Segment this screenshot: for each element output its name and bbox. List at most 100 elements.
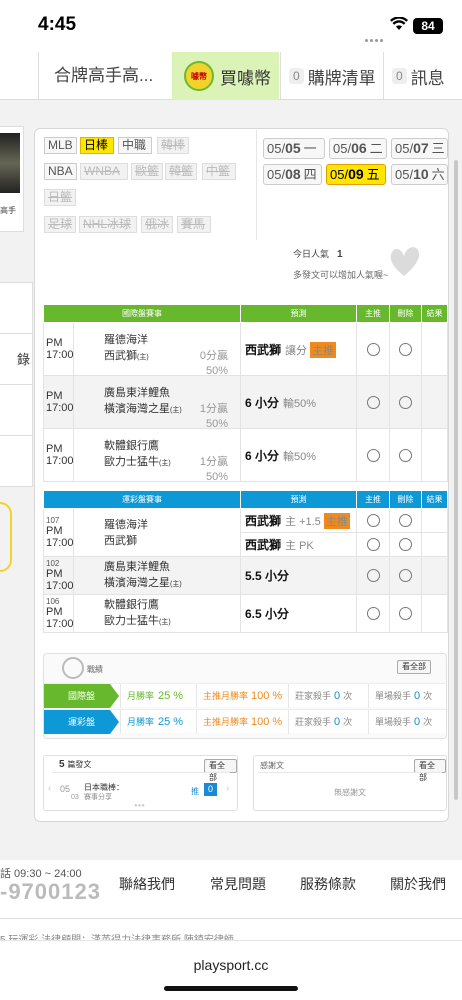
table-row: PM 17:00 廣島東洋鯉魚 橫濱海灣之星(主) 1分贏 50% 6 小分 輸50% — [43, 375, 448, 430]
main-rate: 主推月勝率 100 % — [196, 710, 288, 734]
next-arrow-icon[interactable]: › — [226, 783, 229, 794]
posts-see-all-button[interactable]: 看全部 — [204, 759, 237, 782]
league-6[interactable]: 歐籃 — [131, 163, 164, 180]
home-mark: (主) — [159, 618, 171, 626]
home-indicator[interactable] — [164, 986, 298, 991]
profile-photo — [0, 133, 20, 193]
side-menu-item[interactable] — [0, 385, 32, 436]
main-pick-radio[interactable] — [366, 395, 380, 409]
delete-radio[interactable] — [399, 395, 412, 409]
delete-radio[interactable] — [399, 607, 412, 620]
thanks-label: 感謝文 — [260, 761, 284, 770]
league-0[interactable]: MLB — [44, 137, 77, 154]
prediction-note: 輸50% — [283, 450, 317, 463]
home-mark: (主) — [137, 354, 149, 361]
home-mark: (主) — [159, 460, 171, 467]
league-4[interactable]: NBA — [44, 163, 77, 180]
single-killer: 單場殺手 0 次 — [368, 710, 446, 734]
league-8[interactable]: 中籃 — [202, 163, 236, 180]
prediction: 西武獅主 PK — [240, 532, 357, 557]
nav-title[interactable]: 合牌高手高... — [40, 52, 172, 100]
game-teams: 羅德海洋 西武獅 — [73, 508, 241, 557]
date-1[interactable]: 05/06 二 — [329, 138, 387, 159]
header-games: 運彩盤賽事 — [43, 490, 241, 509]
delete-radio[interactable] — [399, 448, 412, 462]
game-num: 107 — [46, 516, 60, 525]
odds-rate: 50% — [205, 471, 228, 483]
main-pick-cell — [356, 556, 390, 595]
cart-tab[interactable]: 0 購牌清單 — [280, 52, 382, 100]
push-label: 推 — [191, 787, 199, 796]
delete-radio[interactable] — [399, 569, 412, 582]
footer-link-about[interactable]: 關於我們 — [390, 874, 446, 894]
game-num: 102 — [46, 559, 60, 568]
thanks-see-all-button[interactable]: 看全部 — [414, 759, 446, 782]
bank-killer: 莊家殺手 0 次 — [288, 684, 368, 708]
thanks-empty: 無感謝文 — [334, 788, 366, 797]
odds-line: 1分贏 — [199, 456, 228, 468]
table-row: PM 17:00 羅德海洋 西武獅(主) 0分贏 50% 西武獅 讓分 主推 — [43, 322, 448, 377]
home-mark: (主) — [170, 407, 182, 414]
home-mark: (主) — [170, 580, 182, 588]
footer-link-faq[interactable]: 常見問題 — [210, 874, 266, 894]
single-killer-value: 0 — [414, 716, 421, 728]
league-12[interactable]: 俄冰 — [141, 216, 174, 233]
date-day: 05 — [285, 140, 301, 156]
date-5[interactable]: 05/10 六 — [391, 164, 448, 185]
date-month: 05/ — [267, 141, 286, 156]
message-count: 0 — [392, 68, 407, 84]
date-3[interactable]: 05/08 四 — [263, 164, 322, 185]
record-row: 運彩盤 月勝率 25 % 主推月勝率 100 % 莊家殺手 0 次單場殺手 0 次 — [44, 709, 446, 734]
league-10[interactable]: 足球 — [44, 216, 77, 233]
league-11[interactable]: NHL冰球 — [79, 216, 137, 233]
date-4[interactable]: 05/09 五 — [326, 164, 386, 185]
main-pick-radio[interactable] — [366, 514, 380, 527]
footer-link-terms[interactable]: 服務條款 — [300, 874, 356, 894]
delete-radio[interactable] — [399, 538, 412, 551]
side-menu-item[interactable] — [0, 436, 32, 487]
international-picks-table: 國際盤賽事 預測 主推 刪除 結果 PM 17:00 羅德海洋 西武獅(主) 0分贏 5… — [43, 304, 448, 483]
footer-divider — [0, 918, 462, 919]
league-5[interactable]: WNBA — [80, 163, 128, 180]
main-pick-radio[interactable] — [366, 342, 380, 356]
game-teams: 羅德海洋 西武獅(主) 0分贏 50% — [73, 322, 241, 377]
footer-link-contact[interactable]: 聯絡我們 — [119, 874, 175, 894]
record-see-all-button[interactable]: 看全部 — [397, 660, 431, 674]
browser-url-bar[interactable]: playsport.cc — [0, 940, 462, 1000]
monthly-rate-label: 月勝率 — [127, 717, 155, 727]
side-menu-item[interactable] — [0, 283, 32, 334]
post-subtitle: 賽事分享 — [84, 794, 112, 801]
message-tab[interactable]: 0 訊息 — [383, 52, 462, 100]
league-3[interactable]: 韓棒 — [157, 137, 190, 154]
posts-card: 5 篇發文 看全部 ‹ 05 03 日本職棒： 賽事分享 推 0 › ●●● — [43, 755, 238, 811]
record-box: 戰績 看全部 國際盤 月勝率 25 % 主推月勝率 100 % 莊家殺手 0 次單場殺手 0 次運… — [43, 653, 447, 739]
monthly-rate-label: 月勝率 — [127, 691, 155, 701]
league-2[interactable]: 中職 — [118, 137, 152, 154]
game-teams: 軟體銀行鷹 歐力士猛牛(主) 1分贏 50% — [73, 428, 241, 483]
delete-radio[interactable] — [399, 514, 412, 527]
service-phone[interactable]: -9700123 — [0, 879, 101, 905]
filter-divider — [256, 130, 257, 240]
side-menu-item[interactable]: 錄 — [0, 334, 32, 385]
main-pick-radio[interactable] — [366, 569, 380, 582]
league-13[interactable]: 賽馬 — [177, 216, 211, 233]
prediction: 6.5 小分 — [240, 594, 357, 633]
main-pick-radio[interactable] — [366, 538, 380, 551]
buy-coin-tab[interactable]: 噱幣 買噱幣 — [172, 52, 279, 100]
league-9[interactable]: 日籃 — [44, 189, 77, 206]
league-1[interactable]: 日棒 — [80, 137, 114, 154]
profile-card[interactable]: 高手 — [0, 126, 24, 232]
prev-arrow-icon[interactable]: ‹ — [48, 783, 51, 794]
league-7[interactable]: 韓籃 — [165, 163, 198, 180]
main-pick-radio[interactable] — [366, 448, 380, 462]
date-2[interactable]: 05/07 三 — [391, 138, 448, 159]
prediction-pick: 西武獅 — [245, 538, 282, 552]
date-0[interactable]: 05/05 一 — [263, 138, 325, 159]
scrollbar[interactable] — [454, 160, 458, 800]
table-row: 107 PM 17:00 羅德海洋 西武獅 西武獅主 +1.5 主推 — [43, 508, 448, 557]
main-pick-radio[interactable] — [366, 607, 380, 620]
date-month: 05/ — [330, 167, 349, 182]
monthly-rate: 月勝率 25 % — [120, 684, 196, 708]
delete-radio[interactable] — [399, 342, 412, 356]
away-team: 廣島東洋鯉魚 — [104, 387, 170, 399]
